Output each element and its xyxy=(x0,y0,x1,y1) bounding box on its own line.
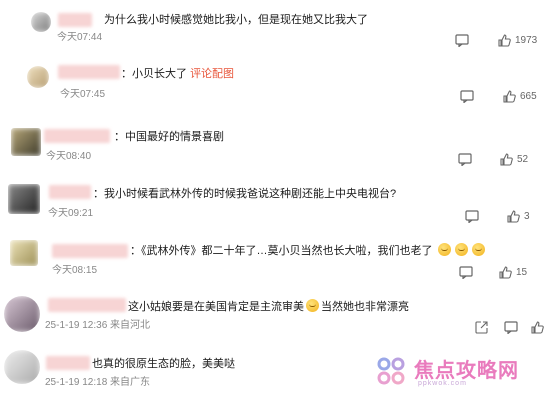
comment-text-line: 这小姑娘要是在美国肯定是主流审美 当然她也非常漂亮 xyxy=(128,299,409,314)
comment-text-line: ：《武林外传》都二十年了…莫小贝当然也长大啦，我们也老了 xyxy=(130,243,487,258)
comment-item: ：我小时候看武林外传的时候我爸说这种剧还能上中央电视台? 今天09:21 3 xyxy=(0,176,550,230)
like-count: 665 xyxy=(520,90,537,102)
comment-text: 中国最好的情景喜剧 xyxy=(125,131,224,143)
comment-text-part: 这小姑娘要是在美国肯定是主流审美 xyxy=(128,301,304,313)
emoji-icon xyxy=(306,299,319,312)
comment-icon xyxy=(455,33,469,47)
username-blurred[interactable] xyxy=(46,356,90,370)
comment-text: 我小时候看武林外传的时候我爸说这种剧还能上中央电视台? xyxy=(104,188,397,200)
like-button[interactable]: 665 xyxy=(503,88,537,104)
comment-button[interactable] xyxy=(460,88,474,104)
comment-icon xyxy=(465,209,479,223)
watermark-subtext: ppkwok.com xyxy=(418,380,467,387)
watermark-text: 焦点攻略网 xyxy=(414,360,519,382)
avatar[interactable] xyxy=(27,66,49,88)
comment-text-line: ：中国最好的情景喜剧 xyxy=(114,130,224,144)
comment-text: 也真的很原生态的脸，美美哒 xyxy=(92,358,235,370)
comment-item: ：小贝长大了 评论配图 今天07:45 665 xyxy=(0,60,550,114)
comment-time: 今天07:44 xyxy=(57,32,103,43)
comment-text: 小贝长大了 xyxy=(132,68,187,80)
share-button[interactable] xyxy=(475,319,488,335)
comment-button[interactable] xyxy=(504,319,518,335)
separator: ： xyxy=(121,68,132,80)
avatar[interactable] xyxy=(10,240,38,266)
logo-icon xyxy=(377,357,405,385)
comment-time: 今天08:15 xyxy=(52,265,98,276)
comment-text: 《武林外传》都二十年了…莫小贝当然也长大啦，我们也老了 xyxy=(141,245,433,257)
separator: ： xyxy=(114,131,125,143)
comment-text-part: 当然她也非常漂亮 xyxy=(321,301,409,313)
comment-time: 25-1-19 12:36 来自河北 xyxy=(45,320,151,331)
like-button[interactable]: 3 xyxy=(507,208,530,224)
comment-icon xyxy=(460,89,474,103)
comment-time: 25-1-19 12:18 来自广东 xyxy=(45,377,151,388)
like-button[interactable] xyxy=(531,319,544,335)
like-count: 52 xyxy=(517,153,529,165)
username-blurred[interactable] xyxy=(49,185,91,199)
like-icon xyxy=(498,33,511,47)
emoji-icon xyxy=(454,243,468,256)
username-blurred[interactable] xyxy=(52,244,128,258)
comment-icon xyxy=(458,152,472,166)
like-count: 15 xyxy=(516,266,528,278)
username-blurred[interactable] xyxy=(48,298,126,312)
username-blurred[interactable] xyxy=(58,65,120,79)
emoji-icon xyxy=(437,243,451,256)
comment-item: ：《武林外传》都二十年了…莫小贝当然也长大啦，我们也老了 今天08:15 15 xyxy=(0,232,550,290)
share-icon xyxy=(475,320,488,334)
comment-text-line: ：我小时候看武林外传的时候我爸说这种剧还能上中央电视台? xyxy=(93,187,396,201)
separator: ： xyxy=(130,245,141,257)
comment-icon xyxy=(504,320,518,334)
image-link[interactable]: 评论配图 xyxy=(190,68,234,80)
comment-button[interactable] xyxy=(455,32,469,48)
comment-item: 为什么我小时候感觉她比我小，但是现在她又比我大了 今天07:44 1973 xyxy=(0,0,550,56)
comment-time: 今天07:45 xyxy=(60,89,106,100)
like-icon xyxy=(507,209,520,223)
emoji-icon xyxy=(471,243,485,256)
like-button[interactable]: 1973 xyxy=(498,32,537,48)
avatar[interactable] xyxy=(4,296,40,332)
like-count: 3 xyxy=(524,210,530,222)
avatar[interactable] xyxy=(4,350,40,384)
avatar[interactable] xyxy=(31,12,51,32)
comment-button[interactable] xyxy=(459,264,473,280)
comment-button[interactable] xyxy=(458,151,472,167)
like-icon xyxy=(503,89,516,103)
comment-text: 为什么我小时候感觉她比我小，但是现在她又比我大了 xyxy=(104,14,368,26)
comment-item: ：中国最好的情景喜剧 今天08:40 52 xyxy=(0,118,550,172)
like-icon xyxy=(531,320,544,334)
comment-icon xyxy=(459,265,473,279)
separator: ： xyxy=(93,188,104,200)
avatar[interactable] xyxy=(8,184,40,214)
like-button[interactable]: 15 xyxy=(499,264,527,280)
like-button[interactable]: 52 xyxy=(500,151,528,167)
comment-button[interactable] xyxy=(465,208,479,224)
like-icon xyxy=(500,152,513,166)
comment-text-line: ：小贝长大了 评论配图 xyxy=(121,67,234,81)
like-count: 1973 xyxy=(515,34,538,46)
like-icon xyxy=(499,265,512,279)
username-blurred[interactable] xyxy=(44,129,110,143)
comment-time: 今天09:21 xyxy=(48,208,94,219)
username-blurred[interactable] xyxy=(58,13,92,27)
comment-item: 这小姑娘要是在美国肯定是主流审美 当然她也非常漂亮 25-1-19 12:36 来… xyxy=(0,290,550,342)
avatar[interactable] xyxy=(11,128,41,156)
comment-time: 今天08:40 xyxy=(46,151,92,162)
